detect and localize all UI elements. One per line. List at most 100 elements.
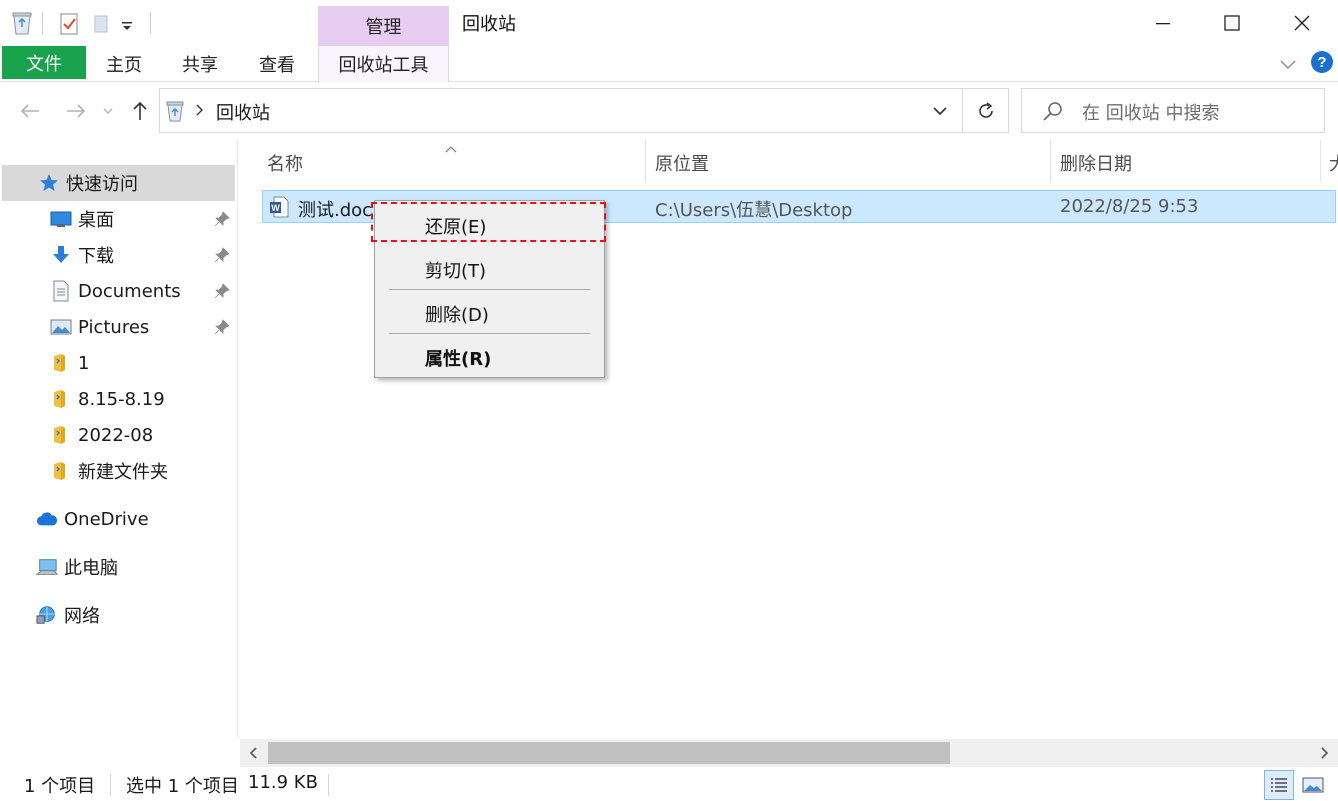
tab-home[interactable]: 主页: [98, 46, 150, 82]
status-bar: 1 个项目 选中 1 个项目 11.9 KB: [0, 767, 1338, 801]
navigation-pane: 快速访问 桌面 下载 Documents Pictures 1 8.15-8.1…: [0, 140, 238, 738]
nav-item-desktop[interactable]: 桌面: [50, 202, 236, 236]
pin-icon[interactable]: [214, 283, 230, 299]
nav-item-pictures[interactable]: Pictures: [50, 310, 236, 344]
customize-toolbar-icon[interactable]: [118, 10, 142, 36]
menu-item-cut[interactable]: 剪切(T): [425, 257, 486, 283]
nav-this-pc[interactable]: 此电脑: [36, 550, 118, 584]
folder-icon: [50, 352, 72, 374]
large-icons-view-button[interactable]: [1300, 773, 1326, 797]
help-button[interactable]: ?: [1310, 50, 1334, 74]
chevron-down-icon: [933, 107, 947, 116]
tab-view-label: 查看: [259, 55, 295, 76]
scroll-left-button[interactable]: [246, 745, 262, 761]
column-header-name[interactable]: 名称: [267, 150, 303, 176]
new-folder-icon[interactable]: [90, 10, 114, 36]
column-header-size[interactable]: 大: [1329, 150, 1338, 176]
nav-item-desktop-label: 桌面: [78, 210, 114, 231]
tab-recycle-bin-tools[interactable]: 回收站工具: [318, 46, 449, 82]
nav-onedrive[interactable]: OneDrive: [36, 502, 149, 536]
search-box[interactable]: 在 回收站 中搜索: [1021, 88, 1325, 133]
details-view-button[interactable]: [1264, 770, 1294, 800]
nav-item-folder-2022-08-label: 2022-08: [78, 424, 154, 446]
close-button[interactable]: [1267, 0, 1337, 46]
pin-icon[interactable]: [214, 319, 230, 335]
status-item-count: 1 个项目: [24, 776, 96, 797]
close-icon: [1294, 15, 1310, 31]
maximize-button[interactable]: [1197, 0, 1267, 46]
word-doc-icon: W: [269, 196, 289, 218]
nav-item-pictures-label: Pictures: [78, 316, 150, 338]
minimize-icon: [1156, 23, 1170, 25]
nav-network[interactable]: 网络: [36, 598, 100, 632]
scroll-right-button[interactable]: [1316, 745, 1332, 761]
tab-file-label: 文件: [26, 53, 62, 75]
arrow-right-icon: [67, 104, 86, 118]
forward-button[interactable]: [62, 96, 90, 126]
properties-icon[interactable]: [58, 10, 82, 36]
arrow-left-icon: [20, 104, 39, 118]
chevron-left-icon: [249, 747, 257, 759]
status-selected-count: 选中 1 个项目: [126, 776, 239, 797]
minimize-button[interactable]: [1128, 0, 1198, 46]
nav-item-folder-1[interactable]: 1: [50, 346, 89, 380]
recent-locations-button[interactable]: [98, 96, 118, 126]
up-button[interactable]: [126, 96, 154, 126]
nav-onedrive-label: OneDrive: [64, 508, 149, 530]
navigation-bar: 回收站 在 回收站 中搜索: [0, 82, 1338, 140]
expand-ribbon-button[interactable]: [1278, 54, 1298, 74]
svg-text:W: W: [271, 203, 280, 213]
nav-network-label: 网络: [64, 606, 100, 627]
star-icon: [38, 172, 60, 194]
refresh-button[interactable]: [963, 88, 1009, 133]
pictures-icon: [50, 316, 72, 338]
scrollbar-thumb[interactable]: [268, 742, 950, 764]
large-icons-view-icon: [1302, 777, 1324, 793]
download-icon: [50, 244, 72, 266]
nav-this-pc-label: 此电脑: [64, 558, 118, 579]
nav-item-folder-1-label: 1: [78, 352, 90, 374]
sort-ascending-icon: [444, 138, 458, 153]
column-header-original-location[interactable]: 原位置: [655, 150, 709, 176]
tab-share[interactable]: 共享: [174, 46, 226, 82]
nav-item-folder-815-819[interactable]: 8.15-8.19: [50, 382, 165, 416]
breadcrumb-recycle-bin[interactable]: 回收站: [216, 99, 270, 125]
search-placeholder: 在 回收站 中搜索: [1082, 103, 1220, 124]
tab-view[interactable]: 查看: [251, 46, 303, 82]
nav-item-downloads[interactable]: 下载: [50, 238, 236, 272]
menu-item-delete[interactable]: 删除(D): [425, 301, 489, 327]
nav-quick-access-label: 快速访问: [66, 174, 138, 195]
pin-icon[interactable]: [214, 211, 230, 227]
tab-share-label: 共享: [182, 55, 218, 76]
desktop-icon: [50, 208, 72, 230]
network-icon: [36, 604, 58, 626]
nav-item-new-folder[interactable]: 新建文件夹: [50, 454, 168, 488]
nav-item-downloads-label: 下载: [78, 246, 114, 267]
file-original-location: C:\Users\伍慧\Desktop: [655, 200, 853, 221]
tab-recycle-bin-tools-label: 回收站工具: [338, 55, 429, 76]
details-view-icon: [1271, 778, 1287, 792]
nav-quick-access[interactable]: 快速访问: [38, 166, 138, 200]
tab-file[interactable]: 文件: [2, 46, 86, 79]
file-name: 测试.doc: [298, 200, 373, 221]
maximize-icon: [1224, 15, 1240, 31]
nav-item-folder-2022-08[interactable]: 2022-08: [50, 418, 153, 452]
column-header-date-deleted[interactable]: 删除日期: [1060, 150, 1132, 176]
address-bar[interactable]: 回收站: [159, 88, 963, 133]
computer-icon: [36, 556, 58, 578]
chevron-right-icon: [1321, 747, 1329, 759]
nav-item-new-folder-label: 新建文件夹: [78, 462, 168, 483]
status-selected-size: 11.9 KB: [248, 772, 318, 793]
restore-highlight-box: [371, 202, 606, 242]
manage-context-tab[interactable]: 管理: [318, 6, 449, 46]
nav-item-documents[interactable]: Documents: [50, 274, 236, 308]
search-icon: [1042, 101, 1064, 123]
svg-text:?: ?: [1317, 54, 1326, 71]
back-button[interactable]: [16, 96, 44, 126]
address-history-button[interactable]: [930, 101, 950, 121]
tab-home-label: 主页: [106, 55, 142, 76]
breadcrumb-separator-icon: [194, 101, 206, 119]
ribbon-tabs: 文件 主页 共享 查看 回收站工具 ?: [0, 46, 1338, 82]
menu-item-properties[interactable]: 属性(R): [425, 345, 491, 371]
pin-icon[interactable]: [214, 247, 230, 263]
